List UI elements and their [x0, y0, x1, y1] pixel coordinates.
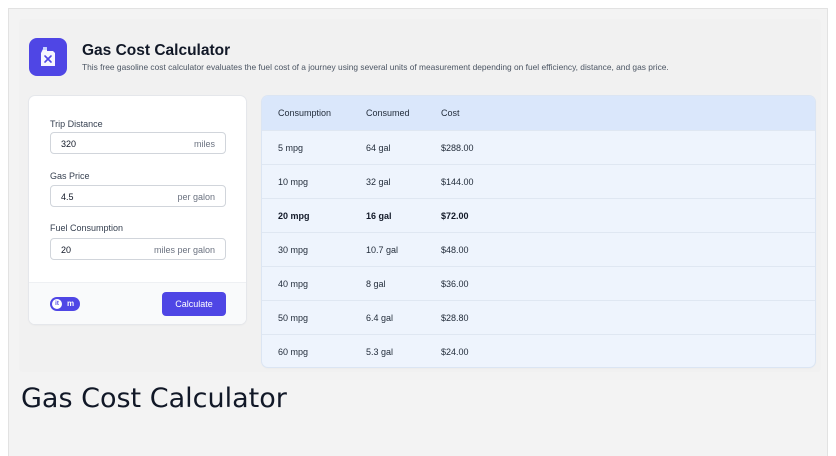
calculate-button[interactable]: Calculate [162, 292, 226, 316]
trip-distance-label: Trip Distance [50, 119, 103, 129]
fuel-consumption-label: Fuel Consumption [50, 223, 124, 233]
gas-price-value: 4.5 [61, 192, 74, 202]
table-row-highlighted: 20 mpg 16 gal $72.00 [262, 198, 815, 232]
table-row: 30 mpg 10.7 gal $48.00 [262, 232, 815, 266]
trip-distance-input[interactable]: 320 miles [50, 132, 226, 154]
gas-price-label: Gas Price [50, 171, 90, 181]
table-row: 10 mpg 32 gal $144.00 [262, 164, 815, 198]
fuel-consumption-value: 20 [61, 245, 72, 255]
consumed-cell: 64 gal [366, 143, 391, 153]
fuel-consumption-input[interactable]: 20 miles per galon [50, 238, 226, 260]
form-footer: it m Calculate [29, 282, 246, 324]
consumption-cell: 5 mpg [278, 143, 304, 153]
consumed-cell: 6.4 gal [366, 313, 394, 323]
results-table: Consumption Consumed Cost 5 mpg 64 gal $… [262, 96, 815, 367]
column-header-consumption: Consumption [278, 108, 332, 118]
consumption-cell: 50 mpg [278, 313, 309, 323]
page-subtitle: This free gasoline cost calculator evalu… [82, 62, 669, 72]
consumption-cell: 20 mpg [278, 211, 310, 221]
unit-toggle[interactable]: it m [50, 297, 80, 311]
cost-cell: $288.00 [441, 143, 474, 153]
column-header-cost: Cost [441, 108, 460, 118]
gas-price-unit: per galon [177, 192, 215, 202]
unit-toggle-label: m [67, 299, 75, 308]
consumed-cell: 5.3 gal [366, 347, 394, 357]
consumption-cell: 60 mpg [278, 347, 309, 357]
consumption-cell: 40 mpg [278, 279, 309, 289]
column-header-consumed: Consumed [366, 108, 410, 118]
consumed-cell: 10.7 gal [366, 245, 399, 255]
unit-toggle-knob: it [52, 299, 62, 309]
trip-distance-value: 320 [61, 139, 77, 149]
consumed-cell: 8 gal [366, 279, 386, 289]
table-row: 5 mpg 64 gal $288.00 [262, 130, 815, 164]
gas-price-input[interactable]: 4.5 per galon [50, 185, 226, 207]
cost-cell: $36.00 [441, 279, 469, 289]
consumption-cell: 30 mpg [278, 245, 309, 255]
cost-cell: $24.00 [441, 347, 469, 357]
table-row: 40 mpg 8 gal $36.00 [262, 266, 815, 300]
consumption-cell: 10 mpg [278, 177, 309, 187]
fuel-consumption-unit: miles per galon [153, 245, 215, 255]
input-form-card: Trip Distance 320 miles Gas Price 4.5 pe… [29, 96, 246, 324]
table-header: Consumption Consumed Cost [262, 96, 815, 130]
consumed-cell: 16 gal [366, 211, 392, 221]
cost-cell: $72.00 [441, 211, 469, 221]
page-title: Gas Cost Calculator [82, 42, 231, 59]
page-caption: Gas Cost Calculator [21, 383, 287, 414]
table-row: 50 mpg 6.4 gal $28.80 [262, 300, 815, 334]
trip-distance-unit: miles [193, 139, 215, 149]
consumed-cell: 32 gal [366, 177, 391, 187]
table-row: 60 mpg 5.3 gal $24.00 [262, 334, 815, 367]
cost-cell: $144.00 [441, 177, 474, 187]
cost-cell: $48.00 [441, 245, 469, 255]
cost-cell: $28.80 [441, 313, 469, 323]
fuel-can-icon [29, 38, 67, 76]
